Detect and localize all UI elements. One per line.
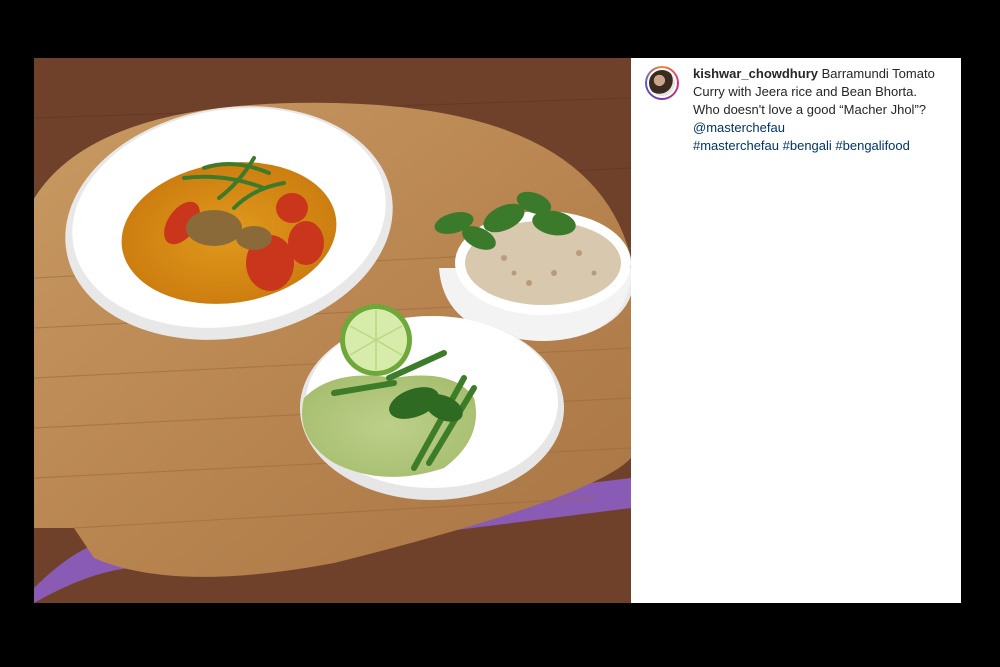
hashtag-link[interactable]: #bengali [783, 138, 832, 153]
hashtag-link[interactable]: #masterchefau [693, 138, 779, 153]
food-image [34, 58, 631, 603]
mention-link[interactable]: @masterchefau [693, 120, 785, 135]
post-header: kishwar_chowdhury Barramundi Tomato Curr… [645, 66, 947, 155]
caption-panel: kishwar_chowdhury Barramundi Tomato Curr… [631, 58, 961, 603]
post-caption: kishwar_chowdhury Barramundi Tomato Curr… [693, 65, 947, 155]
instagram-post: kishwar_chowdhury Barramundi Tomato Curr… [34, 58, 961, 603]
profile-avatar-icon[interactable] [645, 66, 679, 100]
username-link[interactable]: kishwar_chowdhury [693, 66, 818, 81]
post-photo[interactable] [34, 58, 631, 603]
avatar-photo [647, 68, 677, 98]
hashtag-link[interactable]: #bengalifood [835, 138, 909, 153]
